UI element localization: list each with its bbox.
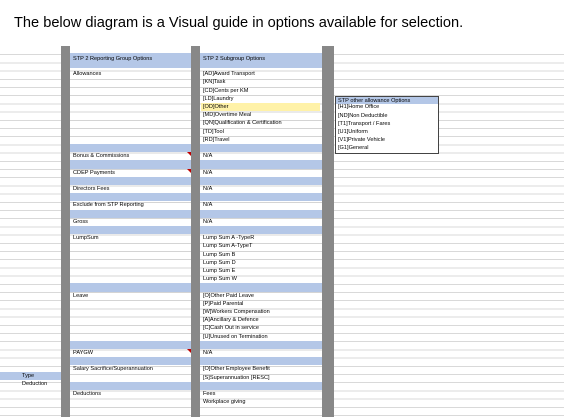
subgroup-option[interactable]: N/A	[203, 349, 320, 357]
page-caption: The below diagram is a Visual guide in o…	[14, 15, 464, 31]
other-allowance-option[interactable]: [V1]Private Vehicle	[338, 136, 437, 144]
reporting-group-column: STP 2 Reporting Group Options Allowances…	[70, 46, 191, 417]
group-separator	[200, 283, 322, 292]
group-separator	[200, 357, 322, 366]
group-separator	[200, 193, 322, 202]
spreadsheet-area: Type Deduction STP 2 Reporting Group Opt…	[0, 46, 564, 417]
subgroup-option[interactable]: [C]Cash Out in service	[203, 324, 320, 332]
group-separator	[200, 340, 322, 349]
reporting-group-exclude[interactable]: Exclude from STP Reporting	[73, 201, 189, 209]
group-separator	[70, 193, 191, 202]
subgroup-option[interactable]: [TD]Tool	[203, 128, 320, 136]
group-separator	[200, 176, 322, 185]
subgroup-option[interactable]: Lump Sum E	[203, 267, 320, 275]
reporting-group-bonus[interactable]: Bonus & Commissions	[73, 152, 189, 160]
subgroup-option[interactable]: [A]Ancillary & Defence	[203, 316, 320, 324]
group-separator	[70, 340, 191, 349]
subgroup-option[interactable]: N/A	[203, 152, 320, 160]
subgroup-option[interactable]: [CD]Cents per KM	[203, 87, 320, 95]
reporting-group-directors[interactable]: Directors Fees	[73, 185, 189, 193]
subgroup-option[interactable]: [LD]Laundry	[203, 95, 320, 103]
comment-marker-icon[interactable]	[187, 152, 191, 157]
group-separator	[200, 144, 322, 153]
subgroup-option[interactable]: Lump Sum A -TypeR	[203, 234, 320, 242]
subgroup-option[interactable]: [W]Workers Compensation	[203, 308, 320, 316]
group-separator	[200, 160, 322, 169]
subgroup-option[interactable]: N/A	[203, 201, 320, 209]
group-separator	[70, 176, 191, 185]
reporting-group-allowances[interactable]: Allowances	[73, 70, 189, 78]
type-header[interactable]: Type	[22, 372, 34, 380]
subgroup-option[interactable]: Lump Sum B	[203, 251, 320, 259]
subgroup-option[interactable]: Fees	[203, 390, 320, 398]
group-separator	[200, 381, 322, 390]
other-allowance-option[interactable]: [ND]Non Deductible	[338, 112, 437, 120]
subgroup-option[interactable]: Lump Sum A-TypeT	[203, 242, 320, 250]
subgroup-option[interactable]: [QN]Qualification & Certification	[203, 119, 320, 127]
group-separator	[200, 226, 322, 235]
subgroup-option[interactable]: [MD]Overtime Meal	[203, 111, 320, 119]
subgroup-option[interactable]: Lump Sum D	[203, 259, 320, 267]
subgroup-option[interactable]: Lump Sum W	[203, 275, 320, 283]
reporting-group-gross[interactable]: Gross	[73, 218, 189, 226]
group-separator	[70, 209, 191, 218]
group-separator	[70, 357, 191, 366]
other-allowance-options-box: STP other allowance Options [H1]Home Off…	[335, 96, 439, 154]
subgroup-option[interactable]: [U]Unused on Termination	[203, 333, 320, 341]
subgroup-column: STP 2 Subgroup Options [AD]Award Transpo…	[200, 46, 322, 417]
reporting-group-cdep[interactable]: CDEP Payments	[73, 169, 189, 177]
reporting-group-header: STP 2 Reporting Group Options	[73, 56, 153, 62]
group-separator	[200, 209, 322, 218]
subgroup-header: STP 2 Subgroup Options	[203, 56, 266, 62]
subgroup-option[interactable]: N/A	[203, 169, 320, 177]
other-allowance-option[interactable]: [T1]Transport / Fares	[338, 120, 437, 128]
gutter-right	[322, 46, 334, 417]
reporting-group-paygw[interactable]: PAYGW	[73, 349, 189, 357]
comment-marker-icon[interactable]	[187, 168, 191, 173]
group-separator	[70, 283, 191, 292]
subgroup-option[interactable]: [O]Other Employee Benefit	[203, 365, 320, 373]
subgroup-option[interactable]: [RD]Travel	[203, 136, 320, 144]
reporting-group-deductions[interactable]: Deductions	[73, 390, 189, 398]
reporting-group-salary[interactable]: Salary Sacrifice/Superannuation	[73, 365, 189, 373]
other-allowance-option[interactable]: [H1]Home Office	[338, 103, 437, 111]
other-allowance-option[interactable]: [G1]General	[338, 144, 437, 152]
group-separator	[70, 144, 191, 153]
reporting-group-leave[interactable]: Leave	[73, 292, 189, 300]
group-separator	[70, 381, 191, 390]
gutter-left	[61, 46, 70, 417]
subgroup-option[interactable]: N/A	[203, 218, 320, 226]
group-separator	[70, 160, 191, 169]
subgroup-option[interactable]: N/A	[203, 185, 320, 193]
subgroup-option[interactable]: [OD]Other	[201, 103, 320, 112]
other-allowance-option[interactable]: [U1]Uniform	[338, 128, 437, 136]
comment-marker-icon[interactable]	[187, 349, 191, 353]
subgroup-option[interactable]: [AD]Award Transport	[203, 70, 320, 78]
type-value[interactable]: Deduction	[22, 380, 47, 388]
subgroup-option[interactable]: [O]Other Paid Leave	[203, 292, 320, 300]
subgroup-option[interactable]: [P]Paid Parental	[203, 300, 320, 308]
group-separator	[70, 226, 191, 235]
subgroup-option[interactable]: [S]Superannuation [RESC]	[203, 374, 320, 382]
subgroup-option[interactable]: Workplace giving	[203, 398, 320, 406]
subgroup-option[interactable]: [KN]Task	[203, 78, 320, 86]
reporting-group-lumpsum[interactable]: LumpSum	[73, 234, 189, 242]
gutter-middle	[191, 46, 200, 417]
